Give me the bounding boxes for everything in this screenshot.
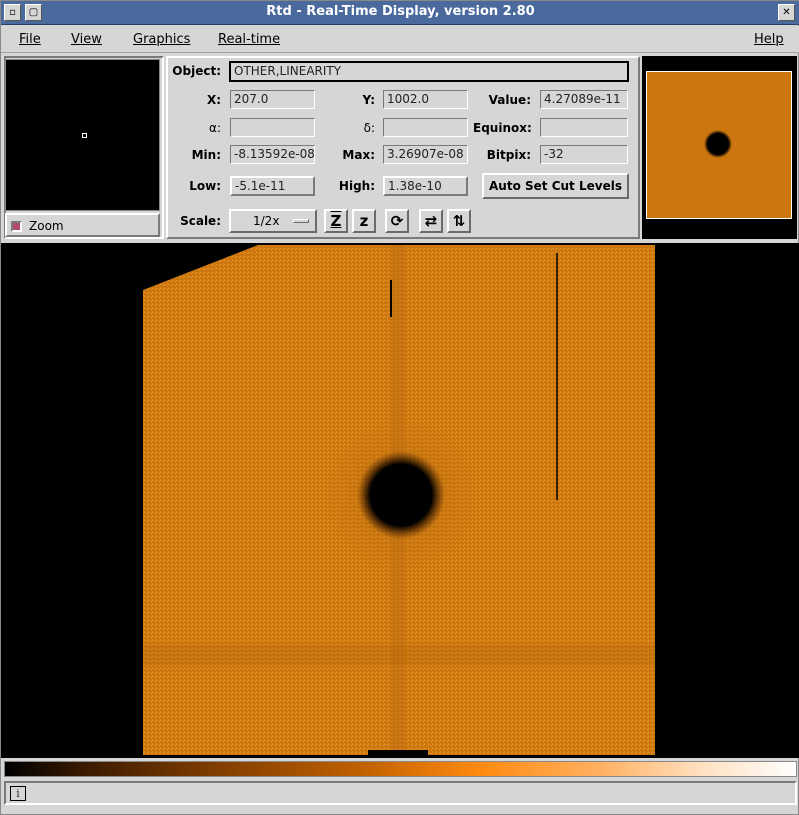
menu-view[interactable]: View xyxy=(71,32,102,47)
zoom-checkbox[interactable] xyxy=(11,221,22,232)
high-label: High: xyxy=(338,179,375,193)
scale-menu[interactable]: 1/2x xyxy=(229,209,317,233)
zoom-view[interactable] xyxy=(5,59,160,211)
menu-realtime[interactable]: Real-time xyxy=(218,32,280,47)
main-image[interactable] xyxy=(143,245,655,755)
alpha-label: α: xyxy=(209,121,221,135)
status-bar: i xyxy=(4,781,797,805)
zoom-toggle[interactable]: Zoom xyxy=(5,213,160,237)
flip-x-button[interactable]: ⇄ xyxy=(419,209,443,233)
y-field: 1002.0 xyxy=(383,90,468,109)
min-label: Min: xyxy=(191,148,221,162)
menu-bar: File View Graphics Real-time Help xyxy=(1,26,799,53)
menu-graphics-label: Graphics xyxy=(133,32,191,47)
zoom-label: Zoom xyxy=(29,219,64,233)
menu-realtime-label: Real-time xyxy=(218,32,281,47)
close-icon[interactable]: ✕ xyxy=(778,4,795,21)
flip-y-button[interactable]: ⇅ xyxy=(447,209,471,233)
alpha-field xyxy=(230,118,315,137)
menu-help-label: Help xyxy=(754,32,784,47)
equinox-label: Equinox: xyxy=(473,121,532,135)
menu-help[interactable]: Help xyxy=(754,32,784,47)
max-label: Max: xyxy=(342,148,375,162)
pan-view[interactable] xyxy=(646,71,792,219)
menu-file-label: File xyxy=(19,32,41,47)
x-label: X: xyxy=(206,93,221,107)
rotate-button[interactable]: ⟳ xyxy=(385,209,409,233)
equinox-field xyxy=(540,118,628,137)
pan-image xyxy=(647,72,791,218)
y-label: Y: xyxy=(362,93,375,107)
scale-label: Scale: xyxy=(180,214,221,228)
main-image-canvas xyxy=(143,245,655,755)
rtd-window: ▫ ▢ Rtd - Real-Time Display, version 2.8… xyxy=(0,0,799,815)
object-label: Object: xyxy=(172,64,221,78)
min-field: -8.13592e-08 xyxy=(230,145,315,164)
value-label: Value: xyxy=(488,93,531,107)
delta-label: δ: xyxy=(363,121,375,135)
low-label: Low: xyxy=(189,179,221,193)
info-icon[interactable]: i xyxy=(10,786,26,801)
menu-file[interactable]: File xyxy=(19,32,41,47)
zoom-cursor-marker xyxy=(82,133,87,138)
low-cut-input[interactable]: -5.1e-11 xyxy=(230,176,315,196)
delta-field xyxy=(383,118,468,137)
max-field: 3.26907e-08 xyxy=(383,145,468,164)
bitpix-label: Bitpix: xyxy=(486,148,531,162)
option-menu-indicator-icon xyxy=(293,219,309,223)
colorbar[interactable] xyxy=(4,761,797,777)
flip-x-icon: ⇄ xyxy=(424,212,438,230)
auto-set-cut-levels-button[interactable]: Auto Set Cut Levels xyxy=(482,173,629,199)
zoom-in-button[interactable]: Z xyxy=(324,209,348,233)
menu-graphics[interactable]: Graphics xyxy=(133,32,190,47)
window-title: Rtd - Real-Time Display, version 2.80 xyxy=(266,4,535,19)
high-cut-input[interactable]: 1.38e-10 xyxy=(383,176,468,196)
scale-value: 1/2x xyxy=(253,214,280,228)
value-field: 4.27089e-11 xyxy=(540,90,628,109)
zoom-out-button[interactable]: z xyxy=(352,209,376,233)
zoom-out-icon: z xyxy=(359,212,369,230)
flip-y-icon: ⇅ xyxy=(452,212,466,230)
title-bar[interactable]: ▫ ▢ Rtd - Real-Time Display, version 2.8… xyxy=(1,1,799,25)
rotate-icon: ⟳ xyxy=(390,212,404,230)
zoom-in-icon: Z xyxy=(330,212,342,230)
menu-view-label: View xyxy=(71,32,102,47)
x-field: 207.0 xyxy=(230,90,315,109)
object-field[interactable]: OTHER,LINEARITY xyxy=(229,61,629,82)
bitpix-field: -32 xyxy=(540,145,628,164)
